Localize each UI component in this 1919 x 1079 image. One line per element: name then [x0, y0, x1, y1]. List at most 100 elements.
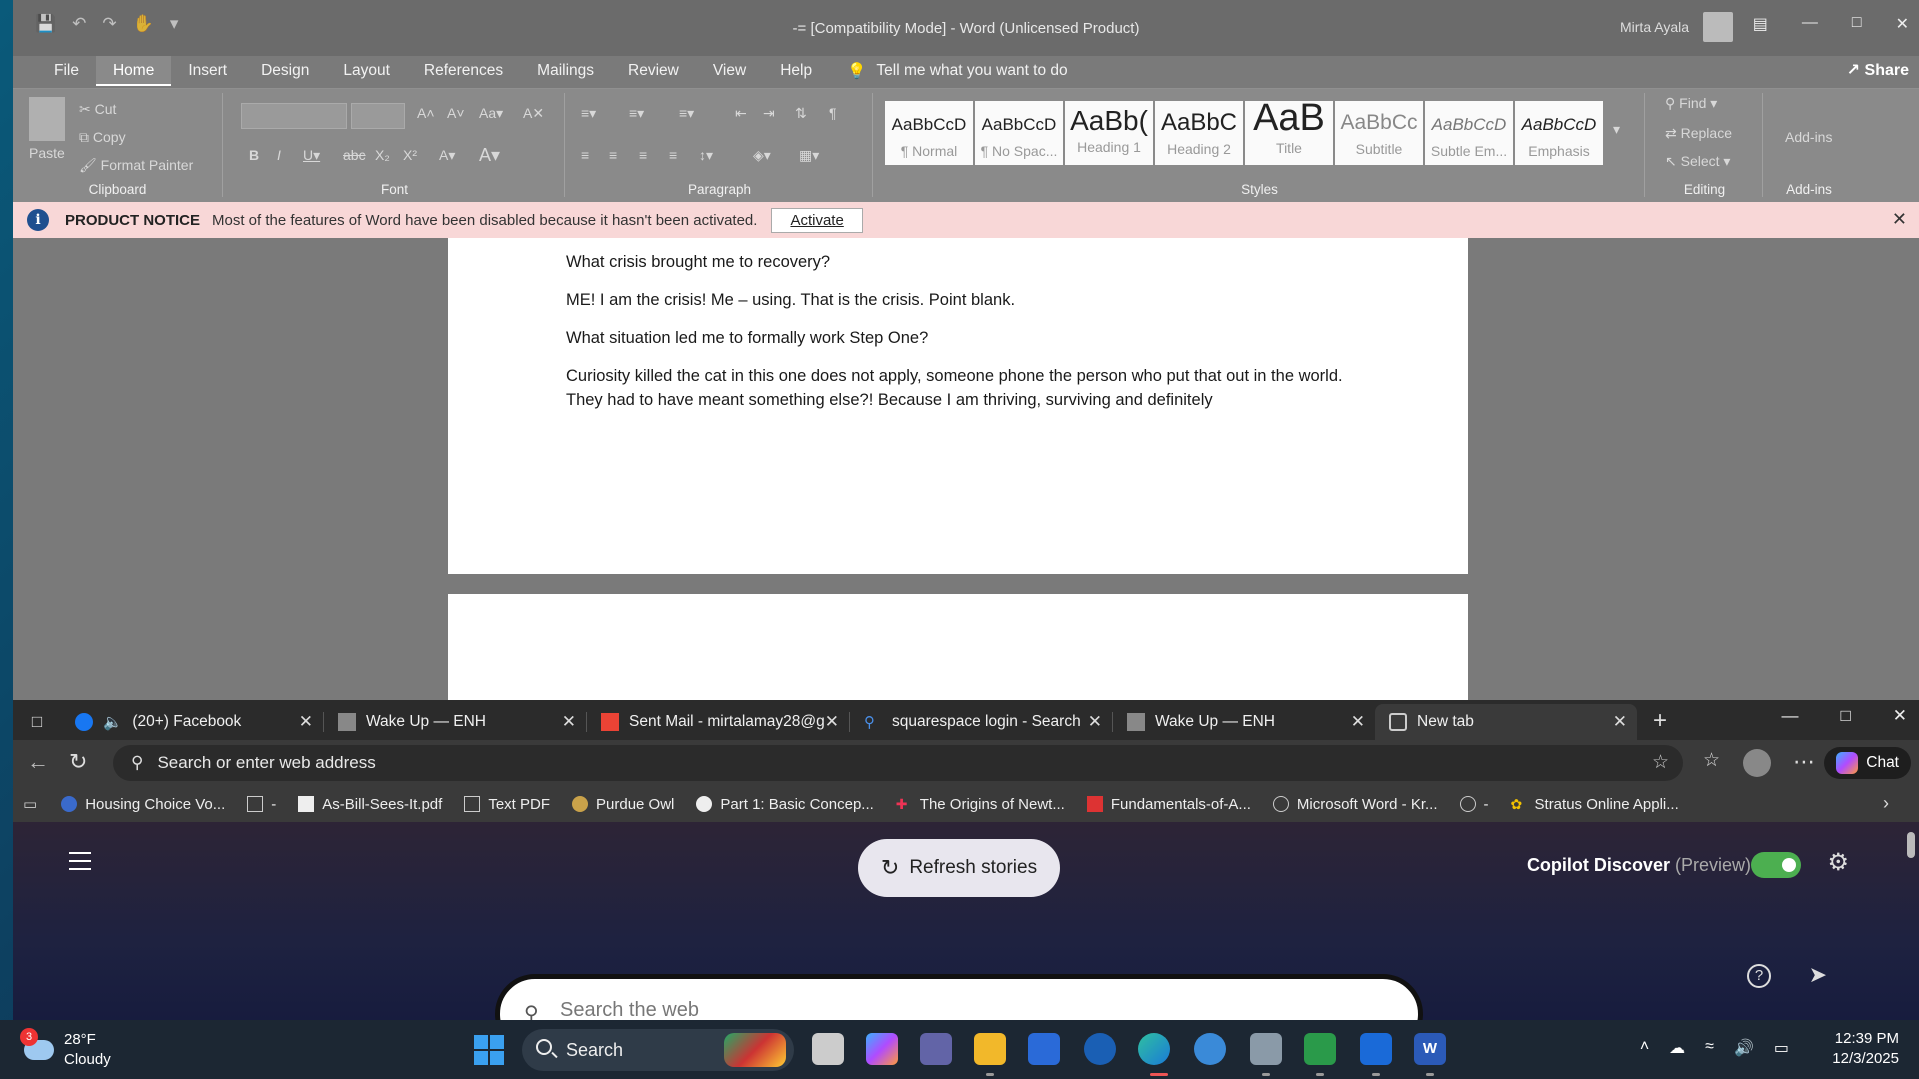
new-tab-button[interactable]: + — [1653, 707, 1667, 735]
hp-icon[interactable] — [1084, 1033, 1116, 1065]
scrollbar[interactable] — [1907, 832, 1915, 858]
battery-icon[interactable]: ▭ — [1774, 1038, 1789, 1058]
multilevel-list-icon[interactable]: ≡▾ — [679, 105, 694, 122]
file-explorer-icon[interactable] — [974, 1033, 1006, 1065]
pilcrow-icon[interactable]: ¶ — [829, 105, 837, 121]
document-page[interactable]: What crisis brought me to recovery? ME! … — [448, 238, 1468, 574]
document-paragraph[interactable]: What situation led me to formally work S… — [566, 326, 1356, 350]
underline-icon[interactable]: U▾ — [303, 147, 320, 164]
favorite-item[interactable]: Housing Choice Vo... — [61, 796, 225, 813]
favorites-icon[interactable]: ☆ — [1703, 749, 1720, 772]
chevron-up-icon[interactable]: ˄ — [1640, 1038, 1649, 1058]
style-subtle-emphasis[interactable]: AaBbCcD Subtle Em... — [1425, 101, 1513, 165]
font-size-combo[interactable] — [351, 103, 405, 129]
refresh-stories-button[interactable]: ↻ Refresh stories — [858, 839, 1060, 897]
speaker-icon[interactable]: 🔈 — [103, 713, 122, 732]
maximize-icon[interactable]: □ — [1852, 14, 1862, 34]
onedrive-icon[interactable]: ☁ — [1669, 1038, 1685, 1058]
tab-mailings[interactable]: Mailings — [520, 56, 611, 86]
increase-indent-icon[interactable]: ⇥ — [763, 105, 775, 122]
justify-icon[interactable]: ≡ — [669, 147, 677, 163]
close-icon[interactable]: ✕ — [825, 712, 839, 732]
user-name[interactable]: Mirta Ayala — [1620, 19, 1689, 35]
share-button[interactable]: ↗ Share — [1847, 60, 1909, 80]
align-right-icon[interactable]: ≡ — [639, 147, 647, 163]
edge-icon[interactable] — [1138, 1033, 1170, 1065]
chat-button[interactable]: Chat — [1824, 747, 1911, 779]
teams-icon[interactable] — [920, 1033, 952, 1065]
browser-tab[interactable]: Wake Up — ENH ✕ — [1113, 704, 1375, 740]
favorite-folder[interactable]: - — [247, 796, 276, 813]
favorite-item[interactable]: - — [1459, 796, 1489, 813]
web-search-box[interactable]: ⚲ Search the web — [495, 974, 1423, 1020]
start-button[interactable] — [474, 1035, 504, 1065]
avatar[interactable] — [1703, 12, 1733, 42]
close-icon[interactable]: ✕ — [1613, 712, 1627, 732]
minimize-icon[interactable]: — — [1781, 706, 1798, 726]
format-painter-button[interactable]: 🖌 Format Painter — [79, 157, 193, 174]
superscript-icon[interactable]: X² — [403, 147, 417, 163]
address-bar[interactable]: ⚲ Search or enter web address ☆ — [113, 745, 1683, 781]
favorite-folder[interactable]: Text PDF — [464, 796, 550, 813]
strikethrough-icon[interactable]: abc — [343, 147, 366, 163]
store-icon[interactable] — [1028, 1033, 1060, 1065]
subscript-icon[interactable]: X₂ — [375, 147, 390, 163]
close-icon[interactable]: ✕ — [562, 712, 576, 732]
favorite-item[interactable]: Purdue Owl — [572, 796, 674, 813]
shrink-font-icon[interactable]: A˅ — [447, 105, 465, 121]
tab-actions-icon[interactable]: □ — [13, 712, 61, 732]
favorite-item[interactable]: As-Bill-Sees-It.pdf — [298, 796, 442, 813]
decrease-indent-icon[interactable]: ⇤ — [735, 105, 747, 122]
numbering-icon[interactable]: ≡▾ — [629, 105, 644, 122]
wifi-icon[interactable]: ≈ — [1705, 1038, 1714, 1058]
favorite-item[interactable]: Microsoft Word - Kr... — [1272, 796, 1438, 813]
browser-tab[interactable]: Sent Mail - mirtalamay28@g ✕ — [587, 704, 849, 740]
browser-tab[interactable]: Wake Up — ENH ✕ — [324, 704, 586, 740]
grow-font-icon[interactable]: A˄ — [417, 105, 435, 121]
clock[interactable]: 12:39 PM 12/3/2025 — [1832, 1029, 1899, 1069]
ribbon-display-icon[interactable]: ▤ — [1753, 14, 1768, 34]
align-left-icon[interactable]: ≡ — [581, 147, 589, 163]
bold-icon[interactable]: B — [249, 147, 259, 163]
favorite-item[interactable]: ✚ The Origins of Newt... — [896, 796, 1065, 813]
document-paragraph[interactable]: ME! I am the crisis! Me – using. That is… — [566, 288, 1356, 312]
tab-home[interactable]: Home — [95, 56, 172, 86]
copy-button[interactable]: ⧉ Copy — [79, 129, 126, 146]
weather-widget[interactable]: 3 28°F Cloudy — [20, 1028, 111, 1070]
document-paragraph[interactable]: What crisis brought me to recovery? — [566, 250, 1356, 274]
outlook-icon[interactable] — [1360, 1033, 1392, 1065]
change-case-icon[interactable]: Aa▾ — [479, 105, 503, 122]
borders-icon[interactable]: ▦▾ — [799, 147, 819, 164]
favorite-item[interactable]: Part 1: Basic Concep... — [696, 796, 874, 813]
activate-button[interactable]: Activate — [771, 207, 863, 233]
task-view-icon[interactable] — [812, 1033, 844, 1065]
taskbar-search[interactable]: Search — [522, 1029, 794, 1071]
bullets-icon[interactable]: ≡▾ — [581, 105, 596, 122]
font-color-icon[interactable]: A▾ — [479, 145, 500, 166]
tab-view[interactable]: View — [696, 56, 763, 86]
word-icon[interactable]: W — [1414, 1033, 1446, 1065]
tab-design[interactable]: Design — [244, 56, 326, 86]
camera-icon[interactable] — [1250, 1033, 1282, 1065]
tab-help[interactable]: Help — [763, 56, 829, 86]
style-normal[interactable]: AaBbCcD ¶ Normal — [885, 101, 973, 165]
copilot-icon[interactable] — [866, 1033, 898, 1065]
minimize-icon[interactable]: — — [1802, 14, 1818, 34]
text-effects-icon[interactable]: A▾ — [439, 147, 455, 164]
tab-review[interactable]: Review — [611, 56, 696, 86]
close-icon[interactable]: ✕ — [299, 712, 313, 732]
favorite-item[interactable]: ✿ Stratus Online Appli... — [1511, 796, 1679, 813]
italic-icon[interactable]: I — [277, 147, 281, 163]
close-icon[interactable]: ✕ — [1088, 712, 1102, 732]
style-heading-2[interactable]: AaBbC Heading 2 — [1155, 101, 1243, 165]
clear-format-icon[interactable]: A✕ — [523, 105, 544, 122]
addins-button[interactable]: Add-ins — [1785, 129, 1832, 145]
refresh-icon[interactable]: ↻ — [69, 749, 87, 775]
browser-tab[interactable]: 🔈 (20+) Facebook ✕ — [61, 704, 323, 740]
profile-icon[interactable] — [1743, 749, 1771, 777]
document-paragraph[interactable]: Curiosity killed the cat in this one doe… — [566, 364, 1356, 412]
volume-icon[interactable]: 🔊 — [1734, 1038, 1754, 1058]
close-icon[interactable]: ✕ — [1892, 209, 1907, 230]
sort-icon[interactable]: ⇅ — [795, 105, 807, 122]
style-emphasis[interactable]: AaBbCcD Emphasis — [1515, 101, 1603, 165]
